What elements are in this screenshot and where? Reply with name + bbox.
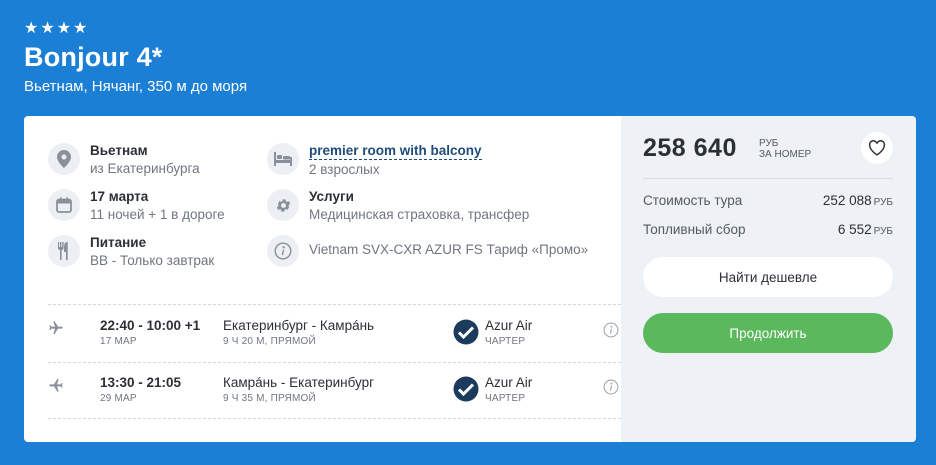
tour-card: Вьетнам из Екатеринбурга 17 марта 11 ноч… — [24, 116, 916, 442]
destination-info: Вьетнам из Екатеринбурга — [48, 143, 200, 178]
flight-type: ЧАРТЕР — [485, 393, 526, 404]
flight-route: Екатеринбург - Камрáнь — [223, 318, 375, 333]
star-icon: ★ — [56, 20, 72, 37]
flight-date: 29 МАР — [100, 393, 137, 404]
divider — [643, 178, 893, 179]
flight-info-icon[interactable] — [603, 322, 619, 338]
cutlery-icon — [48, 235, 80, 267]
meal-label: Питание — [90, 235, 147, 250]
guests-count: 2 взрослых — [309, 162, 380, 177]
divider — [48, 362, 621, 363]
tour-details: Вьетнам из Екатеринбурга 17 марта 11 ноч… — [24, 116, 621, 442]
price-panel: 258 640 РУБ ЗА НОМЕР Стоимость тура 252 … — [621, 116, 916, 442]
flight-duration: 9 Ч 35 М, ПРЯМОЙ — [223, 393, 316, 404]
star-icon: ★ — [40, 20, 55, 37]
airline-logo — [453, 319, 479, 345]
tariff-info: Vietnam SVX-CXR AZUR FS Тариф «Промо» — [267, 235, 588, 267]
info-icon — [267, 235, 299, 267]
calendar-icon — [48, 189, 80, 221]
flight-time: 22:40 - 10:00 +1 — [100, 318, 201, 333]
star-icon: ★ — [73, 20, 88, 37]
total-price: 258 640 — [643, 134, 737, 162]
departure-city: из Екатеринбурга — [90, 161, 200, 176]
hotel-title: Bonjour 4* — [24, 42, 163, 72]
favorite-button[interactable] — [861, 132, 893, 164]
find-cheaper-button[interactable]: Найти дешевле — [643, 257, 893, 297]
divider — [48, 304, 621, 305]
room-info: premier room with balcony 2 взрослых — [267, 143, 482, 179]
flight-time: 13:30 - 21:05 — [100, 375, 182, 390]
services-info: Услуги Медицинская страховка, трансфер — [267, 189, 529, 224]
tour-cost-value: 252 088 РУБ — [822, 193, 893, 208]
gear-icon — [267, 189, 299, 221]
flight-route: Камрáнь - Екатеринбург — [223, 375, 375, 390]
fuel-fee-value: 6 552 РУБ — [837, 222, 893, 237]
destination-country: Вьетнам — [90, 143, 148, 158]
meal-plan: BB - Только завтрак — [90, 253, 215, 268]
airline-logo — [453, 376, 479, 402]
services-list: Медицинская страховка, трансфер — [309, 207, 530, 222]
location-pin-icon — [48, 143, 80, 175]
divider — [48, 418, 621, 419]
bed-icon — [267, 143, 299, 175]
continue-button[interactable]: Продолжить — [643, 313, 893, 353]
flight-info-icon[interactable] — [603, 379, 619, 395]
currency-label: РУБ — [759, 138, 779, 149]
services-label: Услуги — [309, 189, 354, 204]
flight-outbound: 22:40 - 10:00 +1 17 МАР Екатеринбург - К… — [48, 316, 621, 360]
plane-icon — [49, 379, 63, 392]
tariff-name: Vietnam SVX-CXR AZUR FS Тариф «Промо» — [309, 242, 589, 257]
airline-name: Azur Air — [485, 375, 533, 390]
fuel-fee-label: Топливный сбор — [643, 222, 746, 237]
per-room-label: ЗА НОМЕР — [759, 149, 812, 160]
heart-icon — [868, 140, 886, 156]
flight-return: 13:30 - 21:05 29 МАР Камрáнь - Екатеринб… — [48, 373, 621, 417]
departure-date: 17 марта — [90, 189, 149, 204]
room-type-link[interactable]: premier room with balcony — [309, 142, 482, 160]
nights-count: 11 ночей + 1 в дороге — [90, 207, 225, 222]
hotel-location: Вьетнам, Нячанг, 350 м до моря — [24, 78, 248, 95]
flight-date: 17 МАР — [100, 336, 137, 347]
hotel-rating-stars: ★ ★ ★ ★ — [24, 21, 87, 37]
tour-cost-label: Стоимость тура — [643, 193, 743, 208]
flight-duration: 9 Ч 20 М, ПРЯМОЙ — [223, 336, 316, 347]
plane-icon — [49, 321, 63, 334]
flight-type: ЧАРТЕР — [485, 336, 526, 347]
airline-name: Azur Air — [485, 318, 533, 333]
meal-info: Питание BB - Только завтрак — [48, 235, 214, 270]
date-info: 17 марта 11 ночей + 1 в дороге — [48, 189, 225, 224]
star-icon: ★ — [24, 20, 39, 37]
price-currency: РУБ ЗА НОМЕР — [759, 138, 811, 160]
